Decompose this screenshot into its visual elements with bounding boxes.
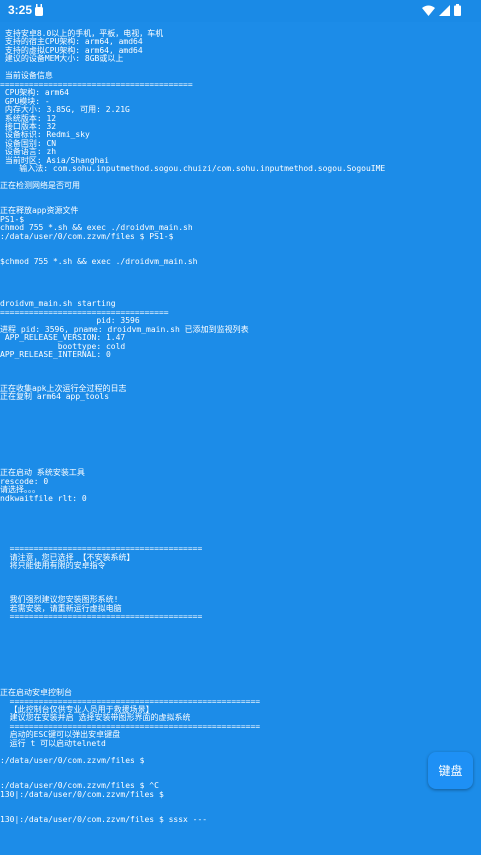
terminal-line: 输入法: com.sohu.inputmethod.sogou.chuizi/c… (0, 164, 386, 174)
terminal-line: ndkwaitfile rlt: 0 (0, 493, 87, 503)
status-time: 3:25 (8, 3, 33, 17)
battery-icon (454, 4, 461, 16)
terminal-output[interactable]: 支持安卓8.0以上的手机，平板，电视，车机 支持的宿主CPU架构: arm64,… (0, 22, 481, 855)
terminal-line: 130|:/data/user/0/com.zzvm/files $ (0, 789, 164, 799)
terminal-line: 正在检测网络是否可用 (0, 181, 80, 191)
terminal-line: :/data/user/0/com.zzvm/files $ (0, 755, 145, 765)
status-icons (422, 4, 461, 16)
terminal-line: ======================================== (0, 612, 203, 622)
terminal-line: 建议的设备MEM大小: 8GB或以上 (0, 54, 124, 64)
signal-icon (439, 4, 450, 16)
keyboard-button[interactable]: 键盘 (428, 752, 473, 789)
status-bar: 3:25 (0, 0, 481, 22)
wifi-icon (422, 5, 435, 16)
terminal-line: 130|:/data/user/0/com.zzvm/files $ sssx … (0, 814, 208, 824)
terminal-line: :/data/user/0/com.zzvm/files $ PS1-$ (0, 231, 174, 241)
terminal-line: APP_RELEASE_INTERNAL: 0 (0, 350, 111, 360)
android-debug-icon (35, 4, 43, 16)
terminal-line: 将只能使用有限的安卓指令 (0, 561, 106, 571)
terminal-line: 正在复制 arm64 app_tools (0, 392, 110, 402)
terminal-line: 运行 t 可以启动telnetd (0, 738, 106, 748)
terminal-line: $chmod 755 *.sh && exec ./droidvm_main.s… (0, 257, 198, 267)
